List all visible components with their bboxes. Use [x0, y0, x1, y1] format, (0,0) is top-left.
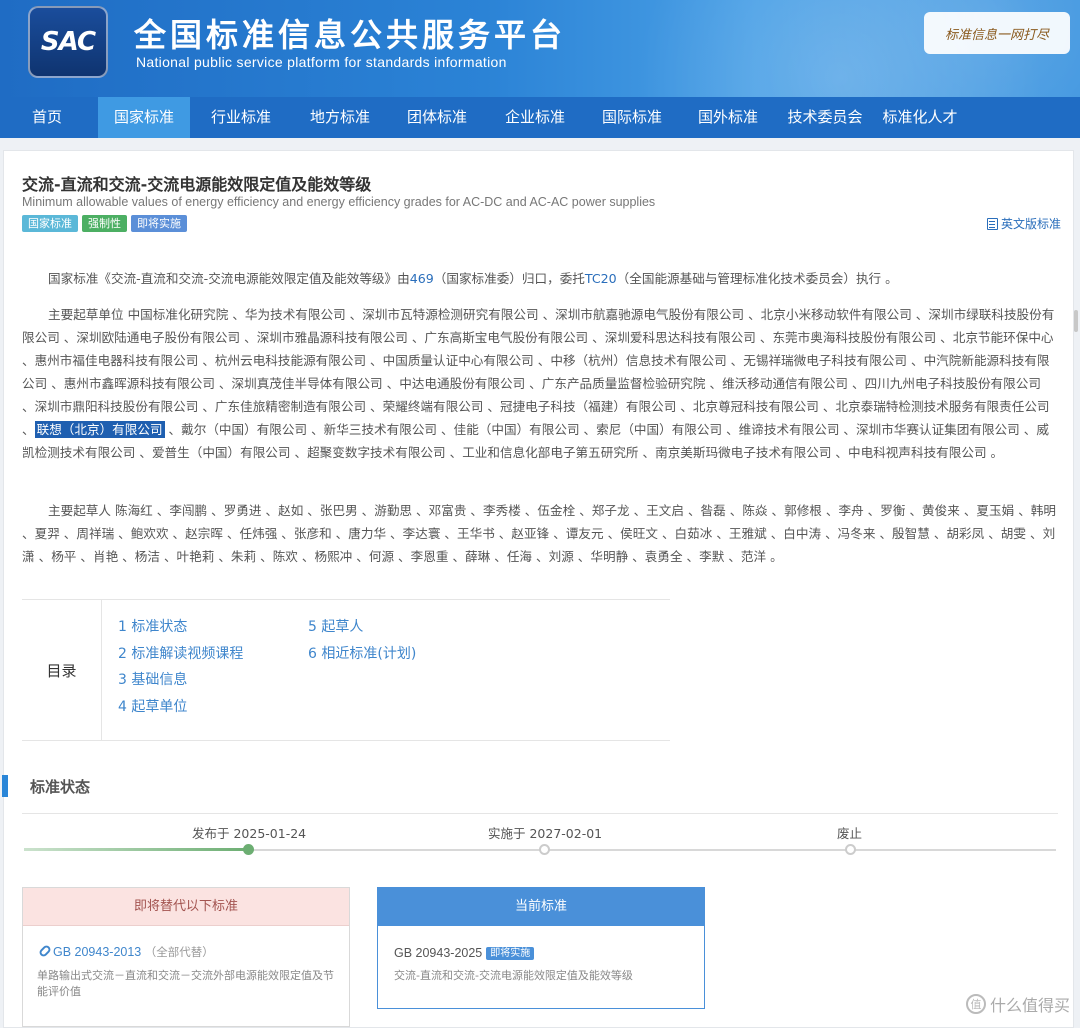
current-standard-line: GB 20943-2025 即将实施: [394, 944, 535, 960]
main-nav: 首页 国家标准 行业标准 地方标准 团体标准 企业标准 国际标准 国外标准 技术…: [0, 97, 1080, 138]
logo-text: SAC: [40, 27, 96, 57]
timeline-abolished-label: 废止: [837, 826, 863, 841]
toc-item-video[interactable]: 2 标准解读视频课程: [118, 643, 243, 670]
drafting-units-paragraph: 主要起草单位 中国标准化研究院 、华为技术有限公司 、深圳市瓦特源检测研究有限公…: [22, 303, 1056, 464]
toc-item-related[interactable]: 6 相近标准(计划): [308, 643, 416, 670]
toc-label: 目录: [22, 600, 102, 740]
english-version-label: 英文版标准: [1000, 217, 1061, 231]
standard-title-en: Minimum allowable values of energy effic…: [22, 195, 656, 209]
standard-title: 交流-直流和交流-交流电源能效限定值及能效等级: [22, 175, 372, 194]
current-card-header: 当前标准: [378, 888, 704, 926]
nav-foreign-standard[interactable]: 国外标准: [680, 97, 776, 138]
link-icon: [37, 943, 53, 959]
sac-logo[interactable]: SAC: [28, 6, 108, 78]
replaced-standard-code: GB 20943-2013: [53, 945, 142, 959]
site-subtitle: National public service platform for sta…: [136, 54, 507, 70]
intro-text-a: 国家标准《交流-直流和交流-交流电源能效限定值及能效等级》由: [48, 271, 410, 286]
replaced-standard-link[interactable]: GB 20943-2013 （全部代替）: [37, 943, 214, 960]
section-accent-bar: [2, 775, 8, 797]
toc-item-drafting-units[interactable]: 4 起草单位: [118, 696, 243, 723]
tag-mandatory: 强制性: [82, 215, 127, 232]
toc-column-1: 1 标准状态 2 标准解读视频课程 3 基础信息 4 起草单位: [118, 616, 243, 722]
toc-item-status[interactable]: 1 标准状态: [118, 616, 243, 643]
replaces-card: 即将替代以下标准 GB 20943-2013 （全部代替） 单路输出式交流－直流…: [22, 887, 350, 1027]
nav-enterprise-standard[interactable]: 企业标准: [486, 97, 584, 138]
nav-talent[interactable]: 标准化人才: [874, 97, 966, 138]
timeline-effective-label: 实施于 2027-02-01: [488, 826, 603, 841]
slogan-badge: 标准信息一网打尽: [924, 12, 1070, 54]
intro-text-b: （国家标准委）归口，委托: [433, 271, 585, 286]
toc-column-2: 5 起草人 6 相近标准(计划): [308, 616, 416, 669]
timeline-published-label: 发布于 2025-01-24: [192, 826, 307, 841]
link-469[interactable]: 469: [410, 271, 434, 286]
nav-technical-committee[interactable]: 技术委员会: [776, 97, 874, 138]
current-standard-code: GB 20943-2025: [394, 946, 483, 960]
current-badge: 即将实施: [486, 947, 535, 960]
site-title: 全国标准信息公共服务平台: [134, 16, 567, 54]
nav-group-standard[interactable]: 团体标准: [388, 97, 486, 138]
nav-home[interactable]: 首页: [0, 97, 94, 138]
tag-national-standard: 国家标准: [22, 215, 78, 232]
nav-national-standard[interactable]: 国家标准: [98, 97, 190, 138]
current-standard-card: 当前标准 GB 20943-2025 即将实施 交流-直流和交流-交流电源能效限定…: [377, 887, 705, 1009]
replaced-standard-desc: 单路输出式交流－直流和交流－交流外部电源能效限定值及节能评价值: [37, 969, 334, 998]
replaced-scope: （全部代替）: [144, 947, 214, 959]
highlighted-unit: 联想（北京）有限公司: [34, 421, 165, 438]
watermark-text: 什么值得买: [989, 996, 1070, 1015]
standard-detail-panel: 交流-直流和交流-交流电源能效限定值及能效等级 Minimum allowabl…: [2, 150, 1074, 1028]
replaces-card-header: 即将替代以下标准: [23, 888, 349, 926]
english-version-link[interactable]: 英文版标准: [986, 215, 1061, 232]
timeline-progress: [24, 848, 250, 851]
nav-local-standard[interactable]: 地方标准: [292, 97, 388, 138]
watermark: 值 什么值得买: [965, 992, 1070, 1016]
drafting-units-text-a: 主要起草单位 中国标准化研究院 、华为技术有限公司 、深圳市瓦特源检测研究有限公…: [22, 307, 1055, 437]
smzdm-icon: 值: [965, 994, 986, 1014]
toc-item-drafters[interactable]: 5 起草人: [308, 616, 416, 643]
scrollbar-thumb[interactable]: [1074, 310, 1078, 332]
site-header: SAC 全国标准信息公共服务平台 National public service…: [0, 0, 1080, 97]
section-title-status: 标准状态: [30, 778, 91, 796]
tag-upcoming: 即将实施: [131, 215, 187, 232]
intro-paragraph: 国家标准《交流-直流和交流-交流电源能效限定值及能效等级》由469（国家标准委）…: [22, 267, 1056, 290]
document-icon: [986, 217, 998, 230]
standard-tags: 国家标准 强制性 即将实施: [22, 215, 187, 232]
nav-industry-standard[interactable]: 行业标准: [190, 97, 292, 138]
table-of-contents: 目录 1 标准状态 2 标准解读视频课程 3 基础信息 4 起草单位 5 起草人…: [22, 599, 670, 741]
section-divider: [22, 813, 1058, 814]
drafters-paragraph: 主要起草人 陈海红 、李闯鹏 、罗勇进 、赵如 、张巴男 、游勤思 、邓富贵 、…: [22, 503, 1056, 564]
timeline-dot-effective: [539, 844, 550, 855]
intro-text-c: （全国能源基础与管理标准化技术委员会）执行 。: [616, 271, 898, 286]
timeline-dot-published: [243, 844, 254, 855]
timeline-dot-abolished: [845, 844, 856, 855]
drafting-units-text-b: 、戴尔（中国）有限公司 、新华三技术有限公司 、佳能（中国）有限公司 、索尼（中…: [22, 422, 1049, 460]
link-tc20[interactable]: TC20: [585, 271, 617, 286]
toc-item-basic-info[interactable]: 3 基础信息: [118, 669, 243, 696]
current-standard-desc: 交流-直流和交流-交流电源能效限定值及能效等级: [394, 969, 633, 982]
nav-international-standard[interactable]: 国际标准: [584, 97, 680, 138]
